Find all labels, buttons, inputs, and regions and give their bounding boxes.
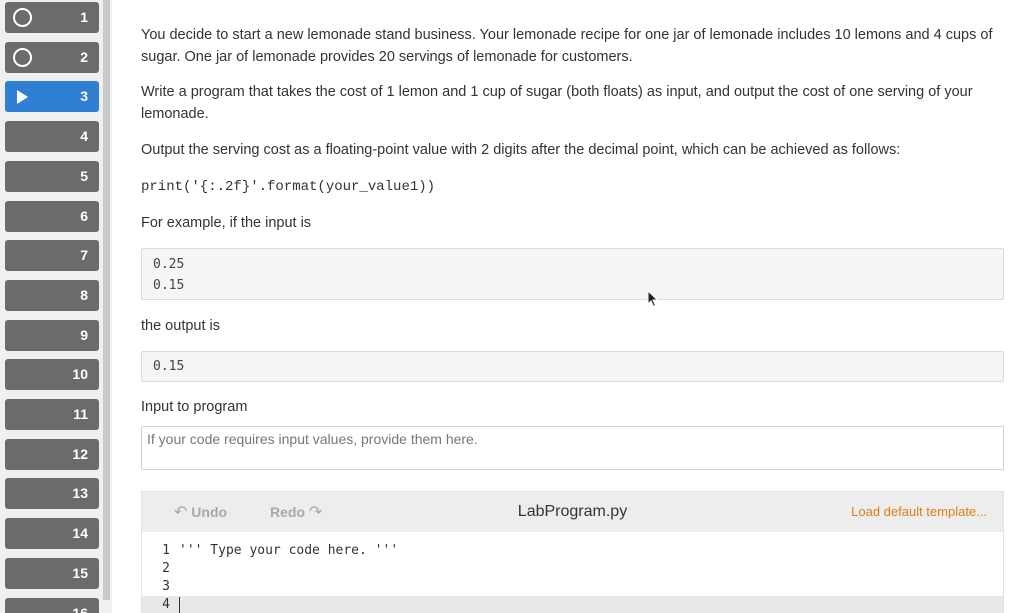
sidebar-item-label: 10 [72,366,88,383]
sidebar-item-label: 9 [80,326,88,343]
example-input-intro: For example, if the input is [141,215,312,231]
sidebar-item-10[interactable]: 10 [5,359,99,391]
editor-toolbar: ↶ Undo Redo ↷ LabProgram.py Load default… [142,492,1003,532]
line-number: 1 [162,543,170,558]
sidebar-item-9[interactable]: 9 [5,319,99,351]
sidebar-item-14[interactable]: 14 [5,518,99,550]
sidebar-item-11[interactable]: 11 [5,399,99,430]
sidebar-item-8[interactable]: 8 [5,279,99,311]
code-content[interactable]: ''' Type your code here. ''' [179,542,398,596]
example-input-line: 0.25 [153,257,185,272]
sidebar-item-15[interactable]: 15 [5,557,99,589]
line-number: 2 [162,561,170,576]
sidebar-item-label: 4 [80,128,88,145]
example-output-box: 0.15 [141,351,1004,382]
line-number: 3 [162,579,170,594]
mouse-pointer-icon [647,290,659,308]
sidebar-item-6[interactable]: 6 [5,200,99,232]
problem-paragraph-3: Output the serving cost as a floating-po… [141,142,901,158]
sidebar-item-label: 5 [80,167,88,184]
sidebar-item-7[interactable]: 7 [5,240,99,272]
sidebar-item-label: 11 [73,406,88,422]
active-line-highlight [142,596,1003,613]
text-cursor [179,597,180,613]
sidebar-item-label: 8 [80,286,88,303]
sidebar-scrollbar[interactable] [103,0,110,600]
sidebar-item-1[interactable]: 1 [5,2,99,33]
format-code-example: print('{:.2f}'.format(your_value1)) [141,179,436,195]
sidebar-item-label: 13 [72,485,88,502]
problem-paragraph-1: You decide to start a new lemonade stand… [141,27,993,65]
sidebar-item-4[interactable]: 4 [5,121,99,153]
sidebar-item-label: 7 [80,247,88,264]
sidebar-item-label: 3 [80,88,88,105]
sidebar-item-12[interactable]: 12 [5,438,99,470]
example-output-intro: the output is [141,318,220,334]
load-default-template-link[interactable]: Load default template... [851,492,987,532]
example-output-line: 0.15 [153,359,185,374]
sidebar-item-label: 16 [72,604,88,613]
line-number: 4 [162,597,170,612]
sidebar-item-2[interactable]: 2 [5,41,99,73]
sidebar-item-label: 1 [80,9,88,25]
sidebar-item-16[interactable]: 16 [5,597,99,613]
sidebar: 1 2 3 4 5 6 7 8 9 10 11 12 13 14 15 16 [0,0,112,613]
sidebar-item-13[interactable]: 13 [5,478,99,510]
circle-icon [13,47,32,67]
sidebar-item-3[interactable]: 3 [5,81,99,113]
sidebar-item-label: 14 [72,525,88,542]
sidebar-item-5[interactable]: 5 [5,160,99,192]
code-input-area[interactable]: 1 2 3 4 ''' Type your code here. ''' [142,532,1003,613]
sidebar-item-label: 12 [72,445,88,462]
problem-paragraph-2: Write a program that takes the cost of 1… [141,84,973,122]
program-input-label: Input to program [141,399,248,415]
sidebar-item-label: 6 [80,207,88,224]
example-input-line: 0.15 [153,278,185,293]
play-icon [17,90,28,105]
line-number-gutter: 1 2 3 4 [142,542,170,613]
code-editor: ↶ Undo Redo ↷ LabProgram.py Load default… [141,491,1004,613]
sidebar-item-label: 2 [80,48,88,65]
example-input-box: 0.25 0.15 [141,248,1004,300]
program-input-field[interactable] [141,426,1004,470]
circle-icon [13,8,32,27]
sidebar-item-label: 15 [72,564,88,581]
